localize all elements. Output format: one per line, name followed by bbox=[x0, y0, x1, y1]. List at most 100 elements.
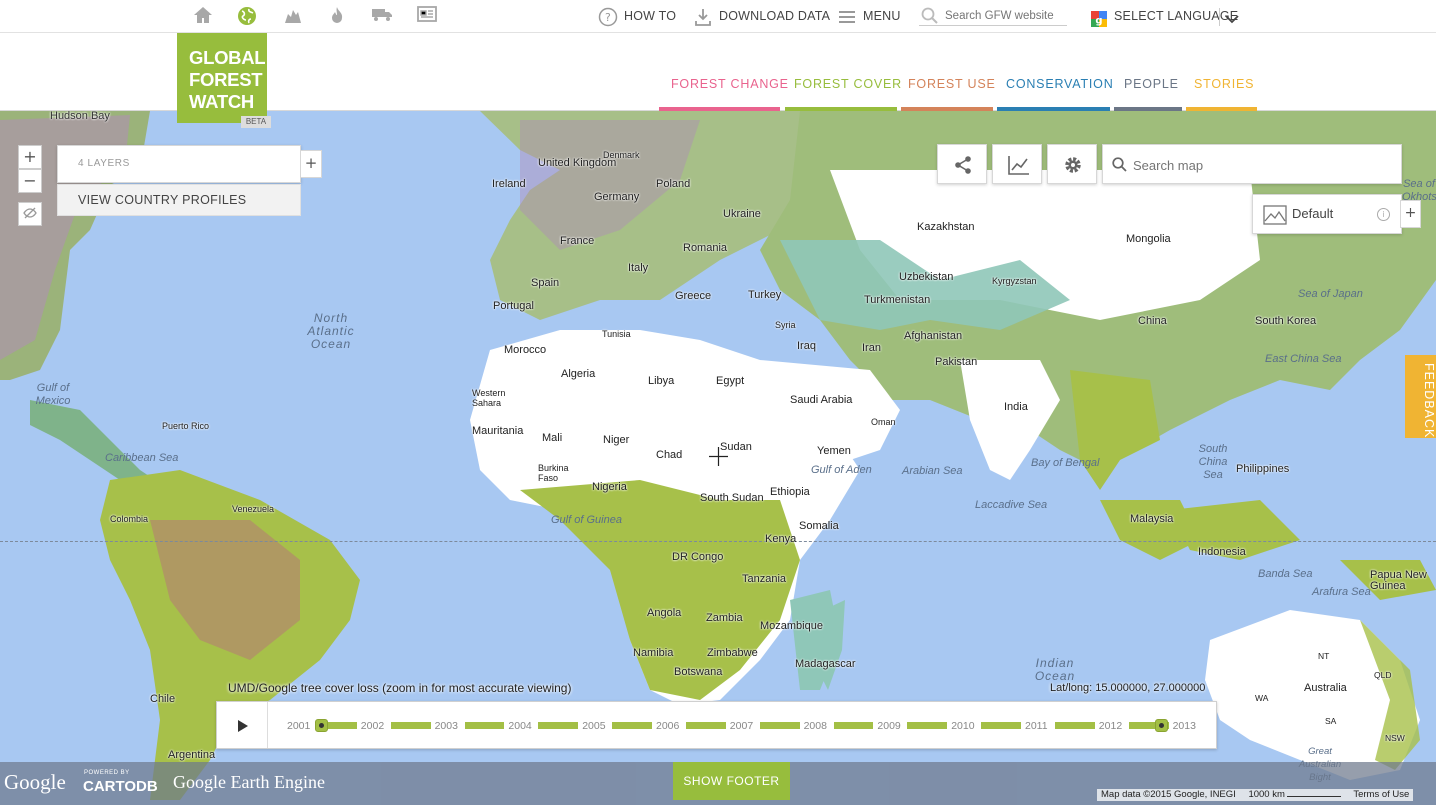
select-language[interactable]: g SELECT LANGUAGE bbox=[1090, 0, 1238, 33]
timeline-year[interactable]: 2004 bbox=[508, 720, 531, 732]
map-label: Algeria bbox=[561, 368, 596, 380]
logo-line: FOREST bbox=[189, 69, 263, 90]
timeline-year[interactable]: 2008 bbox=[804, 720, 827, 732]
timeline-year[interactable]: 2012 bbox=[1099, 720, 1122, 732]
gfw-map-page: Hudson Bay United Kingdom Ireland Denmar… bbox=[0, 0, 1436, 805]
map-search[interactable] bbox=[1102, 144, 1402, 184]
analysis-button[interactable] bbox=[992, 144, 1042, 184]
countries-icon[interactable] bbox=[282, 6, 304, 26]
nav-underline bbox=[1186, 107, 1257, 111]
ocean-label: Bay of Bengal bbox=[1031, 457, 1100, 469]
map-search-input[interactable] bbox=[1133, 155, 1393, 175]
fire-icon[interactable] bbox=[326, 6, 348, 26]
top-bar: ? HOW TO DOWNLOAD DATA MENU gSELECT LANGU… bbox=[0, 0, 1436, 33]
map-label: Venezuela bbox=[232, 504, 275, 514]
timeline-year[interactable]: 2001 bbox=[287, 720, 310, 732]
ocean-label: South China Sea bbox=[1198, 443, 1228, 481]
news-icon[interactable] bbox=[416, 6, 438, 26]
map-label: Tunisia bbox=[602, 329, 631, 339]
show-footer-button[interactable]: SHOW FOOTER bbox=[673, 762, 790, 800]
nav-forest-cover[interactable]: FOREST COVER bbox=[794, 77, 902, 91]
timeline-year[interactable]: 2007 bbox=[730, 720, 753, 732]
download-icon bbox=[693, 7, 713, 27]
timeline-control[interactable]: 2001 2002 2003 2004 2005 2006 2007 2008 2009 2010… bbox=[216, 701, 1217, 749]
map-label: DR Congo bbox=[672, 551, 724, 563]
map-label: Mozambique bbox=[760, 620, 823, 632]
ocean-label: Gulf of Mexico bbox=[35, 382, 71, 407]
play-button[interactable] bbox=[217, 702, 268, 748]
basemap-selector[interactable]: Default i bbox=[1252, 194, 1402, 234]
timeline-segment bbox=[686, 722, 726, 729]
nav-conservation[interactable]: CONSERVATION bbox=[1006, 77, 1114, 91]
info-icon[interactable]: i bbox=[1377, 208, 1390, 221]
globe-icon[interactable] bbox=[236, 6, 258, 26]
map-label: Burkina Faso bbox=[538, 463, 569, 483]
timeline-year[interactable]: 2005 bbox=[582, 720, 605, 732]
map-label: Poland bbox=[656, 178, 691, 190]
map-label: Australia bbox=[1304, 682, 1347, 694]
timeline-year[interactable]: 2013 bbox=[1173, 720, 1196, 732]
svg-text:?: ? bbox=[605, 11, 611, 24]
add-layer-button[interactable]: + bbox=[300, 150, 322, 178]
map-label: Zambia bbox=[706, 612, 743, 624]
truck-icon[interactable] bbox=[371, 6, 393, 26]
zoom-in-button[interactable]: + bbox=[18, 145, 42, 169]
map-label: Pakistan bbox=[935, 356, 978, 368]
timeline-year[interactable]: 2010 bbox=[951, 720, 974, 732]
feedback-tab[interactable]: FEEDBACK bbox=[1405, 355, 1436, 438]
download-data-link[interactable]: DOWNLOAD DATA bbox=[693, 0, 830, 33]
timeline-year[interactable]: 2011 bbox=[1025, 720, 1048, 732]
map-label: Malaysia bbox=[1130, 513, 1174, 525]
search-icon bbox=[1112, 157, 1127, 176]
map-label: Zimbabwe bbox=[707, 647, 758, 659]
nav-forest-change[interactable]: FOREST CHANGE bbox=[671, 77, 789, 91]
ocean-label: Caribbean Sea bbox=[105, 452, 179, 464]
country-profiles-button[interactable]: VIEW COUNTRY PROFILES bbox=[57, 184, 301, 216]
layers-panel[interactable]: 4 LAYERS bbox=[57, 145, 301, 183]
timeline-segment bbox=[612, 722, 652, 729]
timeline-year[interactable]: 2002 bbox=[361, 720, 384, 732]
timeline-start-handle[interactable] bbox=[315, 719, 328, 732]
zoom-out-button[interactable]: − bbox=[18, 169, 42, 193]
timeline-year[interactable]: 2003 bbox=[435, 720, 458, 732]
map-label: Philippines bbox=[1236, 463, 1290, 475]
timeline-end-handle[interactable] bbox=[1154, 719, 1168, 732]
ocean-label: Sea of Japan bbox=[1298, 288, 1363, 300]
menu-link[interactable]: MENU bbox=[837, 0, 901, 33]
eye-slash-icon bbox=[23, 204, 37, 223]
layer-title: UMD/Google tree cover loss (zoom in for … bbox=[228, 681, 571, 695]
map-label: Mauritania bbox=[472, 425, 524, 437]
nav-stories[interactable]: STORIES bbox=[1194, 77, 1254, 91]
ocean-label: East China Sea bbox=[1265, 353, 1342, 365]
nav-underline bbox=[785, 107, 897, 111]
timeline-segment bbox=[833, 722, 874, 729]
settings-button[interactable] bbox=[1047, 144, 1097, 184]
gfw-logo[interactable]: GLOBAL FOREST WATCH bbox=[177, 33, 267, 123]
how-to-link[interactable]: ? HOW TO bbox=[598, 0, 676, 33]
share-button[interactable] bbox=[937, 144, 987, 184]
site-search[interactable] bbox=[919, 6, 1067, 26]
map-label: Hudson Bay bbox=[50, 110, 110, 122]
map-label: Iraq bbox=[797, 340, 816, 352]
timeline-year[interactable]: 2006 bbox=[656, 720, 679, 732]
gear-icon bbox=[1065, 157, 1081, 173]
map-label: Yemen bbox=[817, 445, 851, 457]
map-label: NSW bbox=[1385, 733, 1405, 743]
map-attribution: Map data ©2015 Google, INEGI 1000 km Ter… bbox=[1097, 789, 1414, 801]
terms-link[interactable]: Terms of Use bbox=[1353, 789, 1409, 800]
hide-layers-button[interactable] bbox=[18, 202, 42, 226]
nav-forest-use[interactable]: FOREST USE bbox=[908, 77, 996, 91]
map-label: Iran bbox=[862, 342, 881, 354]
nav-people[interactable]: PEOPLE bbox=[1124, 77, 1179, 91]
map-label: Greece bbox=[675, 290, 712, 302]
ocean-label: Banda Sea bbox=[1258, 568, 1313, 580]
nav-underline bbox=[659, 107, 780, 111]
add-basemap-button[interactable]: + bbox=[1400, 200, 1421, 228]
chevron-down-icon[interactable] bbox=[1224, 10, 1240, 29]
home-icon[interactable] bbox=[192, 6, 214, 26]
site-search-input[interactable] bbox=[945, 6, 1067, 25]
map-label: Syria bbox=[775, 320, 796, 330]
earth-engine-logo: Google Earth Engine bbox=[173, 772, 325, 792]
timeline-year[interactable]: 2009 bbox=[877, 720, 900, 732]
nav-underline bbox=[1114, 107, 1182, 111]
